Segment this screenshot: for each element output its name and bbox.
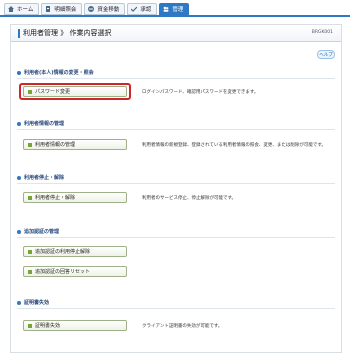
tab-label: 資金移動 — [97, 7, 120, 13]
section-heading: 利用者停止・解除 — [17, 174, 64, 181]
user-info-management-button[interactable]: 利用者情報の管理 — [23, 139, 127, 150]
button-label: 利用者情報の管理 — [35, 142, 76, 148]
arrow-icon — [28, 269, 32, 274]
additional-auth-unlock-button[interactable]: 追加認証の利用停止解除 — [23, 246, 127, 257]
screen-code: BRGK001 — [311, 30, 333, 35]
home-icon — [8, 6, 14, 12]
button-label: 利用者停止・解除 — [35, 195, 76, 201]
description-text: 利用者のサービス停止、停止解除が可能です。 — [142, 196, 237, 201]
section-title: 証明書失効 — [24, 300, 50, 306]
additional-auth-reset-button[interactable]: 追加認証の回答リセット — [23, 266, 127, 277]
button-label: 証明書失効 — [35, 323, 61, 329]
divider — [17, 183, 335, 184]
section-heading: 利用者情報の管理 — [17, 120, 64, 127]
section-title: 追加認証の管理 — [24, 229, 60, 235]
bullet-icon — [17, 175, 21, 180]
bullet-icon — [17, 70, 21, 75]
section-title: 利用者(本人)情報の変更・照会 — [24, 70, 94, 76]
tab-home[interactable]: ホーム — [4, 3, 40, 15]
divider — [17, 308, 335, 309]
document-icon — [45, 6, 51, 12]
password-change-button[interactable]: パスワード変更 — [23, 86, 127, 97]
top-tabs: ホーム 明細照会 資金移動 承認 管理 — [4, 3, 190, 15]
page-header: 利用者管理 》 作業内容選択 BRGK001 — [11, 25, 341, 42]
arrow-icon — [28, 142, 32, 147]
money-transfer-icon — [88, 6, 95, 12]
divider — [17, 129, 335, 130]
arrow-icon — [28, 323, 32, 328]
section-heading: 証明書失効 — [17, 299, 49, 306]
tab-approval[interactable]: 承認 — [127, 3, 158, 15]
tab-label: 承認 — [140, 7, 152, 13]
divider — [17, 78, 335, 79]
tab-underline — [0, 15, 350, 17]
arrow-icon — [28, 249, 32, 254]
divider — [17, 237, 335, 238]
section-heading: 利用者(本人)情報の変更・照会 — [17, 69, 94, 76]
tab-management[interactable]: 管理 — [159, 3, 190, 15]
arrow-icon — [28, 89, 32, 94]
description-text: 利用者情報の新規登録、登録されている利用者情報の照会、変更、または削除が可能です… — [142, 143, 326, 148]
section-heading: 追加認証の管理 — [17, 228, 59, 235]
main-panel: 利用者管理 》 作業内容選択 BRGK001 ヘルプ 利用者(本人)情報の変更・… — [10, 24, 342, 353]
bullet-icon — [17, 121, 21, 126]
users-icon — [163, 6, 169, 12]
page-title: 利用者管理 》 作業内容選択 — [23, 29, 112, 37]
button-label: 追加認証の回答リセット — [35, 269, 91, 275]
certificate-revoke-button[interactable]: 証明書失効 — [23, 320, 127, 331]
arrow-icon — [28, 195, 32, 200]
description-text: クライアント証明書の失効が可能です。 — [142, 324, 223, 329]
tab-label: 明細照会 — [54, 7, 77, 13]
button-label: 追加認証の利用停止解除 — [35, 249, 91, 255]
user-suspend-button[interactable]: 利用者停止・解除 — [23, 192, 127, 203]
button-label: パスワード変更 — [35, 89, 71, 95]
section-title: 利用者停止・解除 — [24, 175, 65, 181]
tab-label: 管理 — [172, 7, 184, 13]
header-accent — [18, 29, 20, 38]
section-title: 利用者情報の管理 — [24, 121, 65, 127]
description-text: ログインパスワード、確認用パスワードを変更できます。 — [142, 90, 259, 95]
tab-label: ホーム — [17, 7, 34, 13]
tab-transfer[interactable]: 資金移動 — [84, 3, 126, 15]
bullet-icon — [17, 229, 21, 234]
bullet-icon — [17, 300, 21, 305]
approval-icon — [130, 6, 138, 12]
tab-statement[interactable]: 明細照会 — [41, 3, 83, 15]
help-button[interactable]: ヘルプ — [317, 50, 335, 59]
